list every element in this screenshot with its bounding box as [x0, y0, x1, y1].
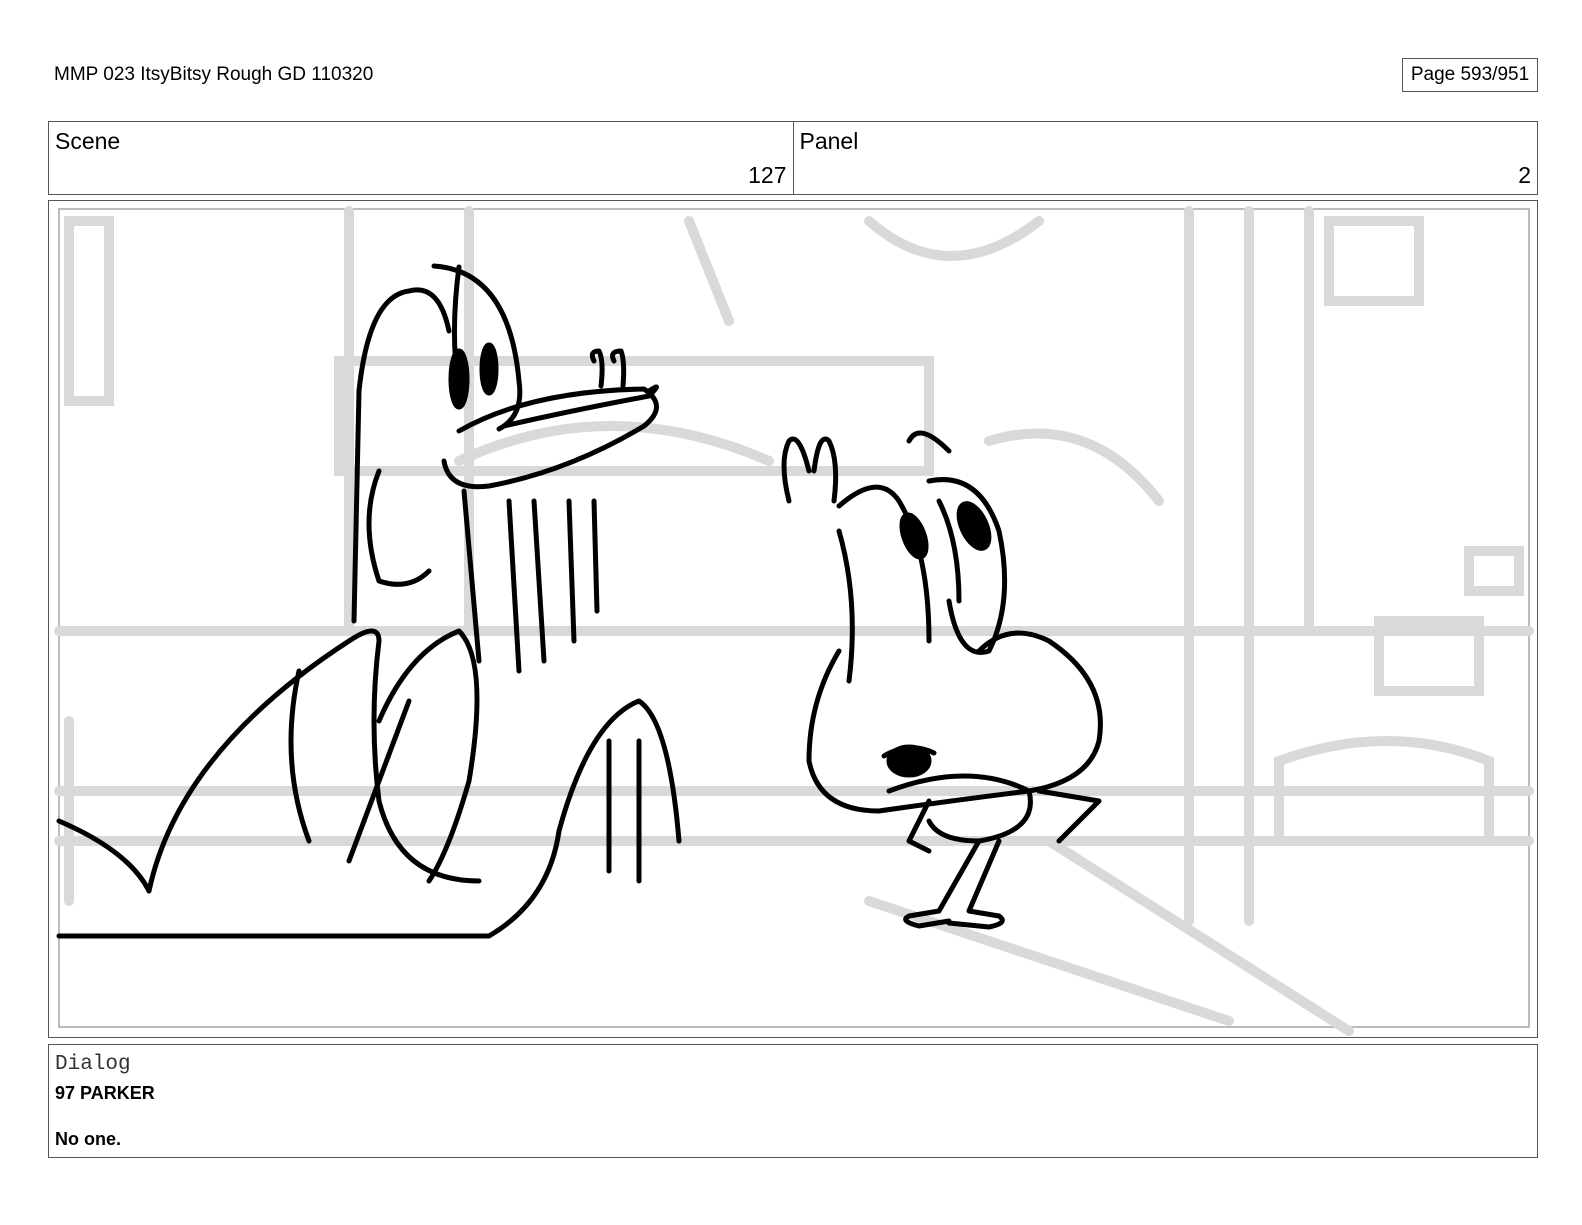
- page-number-box: Page 593/951: [1402, 58, 1538, 92]
- dialog-speaker: 97 PARKER: [55, 1083, 155, 1103]
- panel-cell: Panel 2: [792, 122, 1538, 194]
- walrus-character: [56, 263, 682, 939]
- scene-label: Scene: [55, 128, 121, 154]
- storyboard-sketch: [54, 206, 1534, 1036]
- document-title: MMP 023 ItsyBitsy Rough GD 110320: [54, 64, 374, 85]
- scene-panel-header: Scene 127 Panel 2: [48, 121, 1538, 195]
- storyboard-frame: [48, 200, 1538, 1038]
- small-creature: [781, 430, 1103, 930]
- background-sketch: [54, 206, 1534, 1036]
- scene-number: 127: [748, 162, 787, 188]
- panel-number: 2: [1518, 162, 1531, 188]
- dialog-label: Dialog: [55, 1053, 131, 1076]
- dialog-box: Dialog 97 PARKER No one.: [48, 1044, 1538, 1158]
- dialog-line: No one.: [55, 1129, 121, 1149]
- page-number: Page 593/951: [1410, 64, 1530, 85]
- scene-cell: Scene 127: [49, 122, 793, 194]
- panel-label: Panel: [799, 128, 859, 154]
